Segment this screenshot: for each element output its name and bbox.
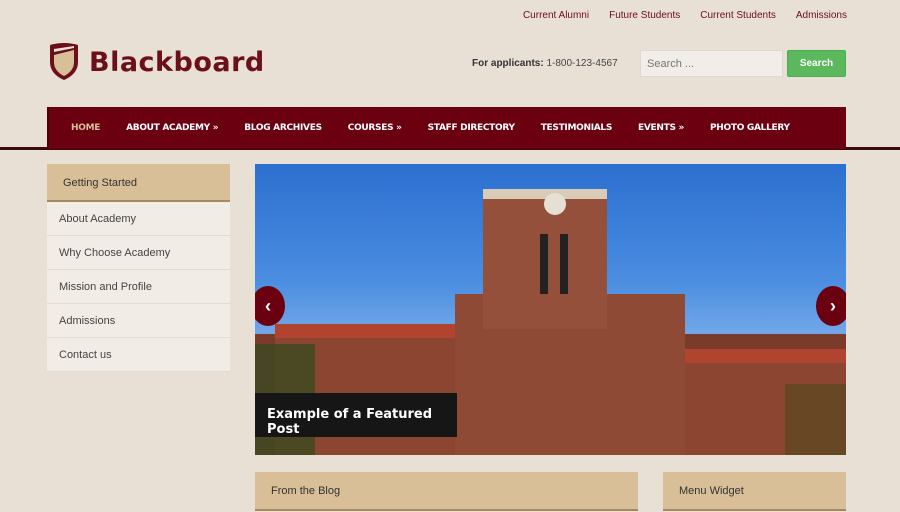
nav-blog-archives[interactable]: BLOG ARCHIVES <box>244 123 322 133</box>
slider-next-button[interactable]: › <box>816 286 846 326</box>
shield-icon <box>50 43 78 80</box>
menu-widget: Menu Widget <box>663 472 846 511</box>
logo-text: Blackboard <box>89 46 265 78</box>
sidebar-item-contact[interactable]: Contact us <box>47 338 230 372</box>
sidebar-item-why-choose[interactable]: Why Choose Academy <box>47 236 230 270</box>
main-nav: HOME ABOUT ACADEMY » BLOG ARCHIVES COURS… <box>47 107 846 149</box>
nav-testimonials[interactable]: TESTIMONIALS <box>541 123 613 133</box>
logo[interactable]: Blackboard <box>47 42 265 82</box>
chevron-right-icon: › <box>830 295 836 316</box>
link-current-students[interactable]: Current Students <box>700 10 776 21</box>
sidebar-item-about[interactable]: About Academy <box>47 202 230 236</box>
nav-about-academy[interactable]: ABOUT ACADEMY » <box>126 123 218 133</box>
top-links: Current Alumni Future Students Current S… <box>523 10 847 21</box>
search-input[interactable] <box>640 50 783 77</box>
search-button[interactable]: Search <box>787 50 846 77</box>
from-the-blog-widget: From the Blog <box>255 472 638 511</box>
sidebar-item-mission[interactable]: Mission and Profile <box>47 270 230 304</box>
applicants-label: For applicants: <box>472 58 544 69</box>
link-future-students[interactable]: Future Students <box>609 10 680 21</box>
nav-staff-directory[interactable]: STAFF DIRECTORY <box>428 123 515 133</box>
applicants-phone: For applicants: 1-800-123-4567 <box>472 58 618 69</box>
nav-events[interactable]: EVENTS » <box>638 123 684 133</box>
featured-slider[interactable]: ‹ › Example of a Featured Post <box>255 164 846 455</box>
sidebar: Getting Started About Academy Why Choose… <box>47 164 230 372</box>
link-admissions[interactable]: Admissions <box>796 10 847 21</box>
sidebar-title: Getting Started <box>47 164 230 202</box>
phone-number: 1-800-123-4567 <box>546 58 618 69</box>
nav-courses[interactable]: COURSES » <box>348 123 402 133</box>
nav-photo-gallery[interactable]: PHOTO GALLERY <box>710 123 790 133</box>
sidebar-item-admissions[interactable]: Admissions <box>47 304 230 338</box>
link-current-alumni[interactable]: Current Alumni <box>523 10 589 21</box>
slide-caption[interactable]: Example of a Featured Post <box>255 393 457 437</box>
chevron-left-icon: ‹ <box>265 295 271 316</box>
nav-home[interactable]: HOME <box>71 123 100 133</box>
